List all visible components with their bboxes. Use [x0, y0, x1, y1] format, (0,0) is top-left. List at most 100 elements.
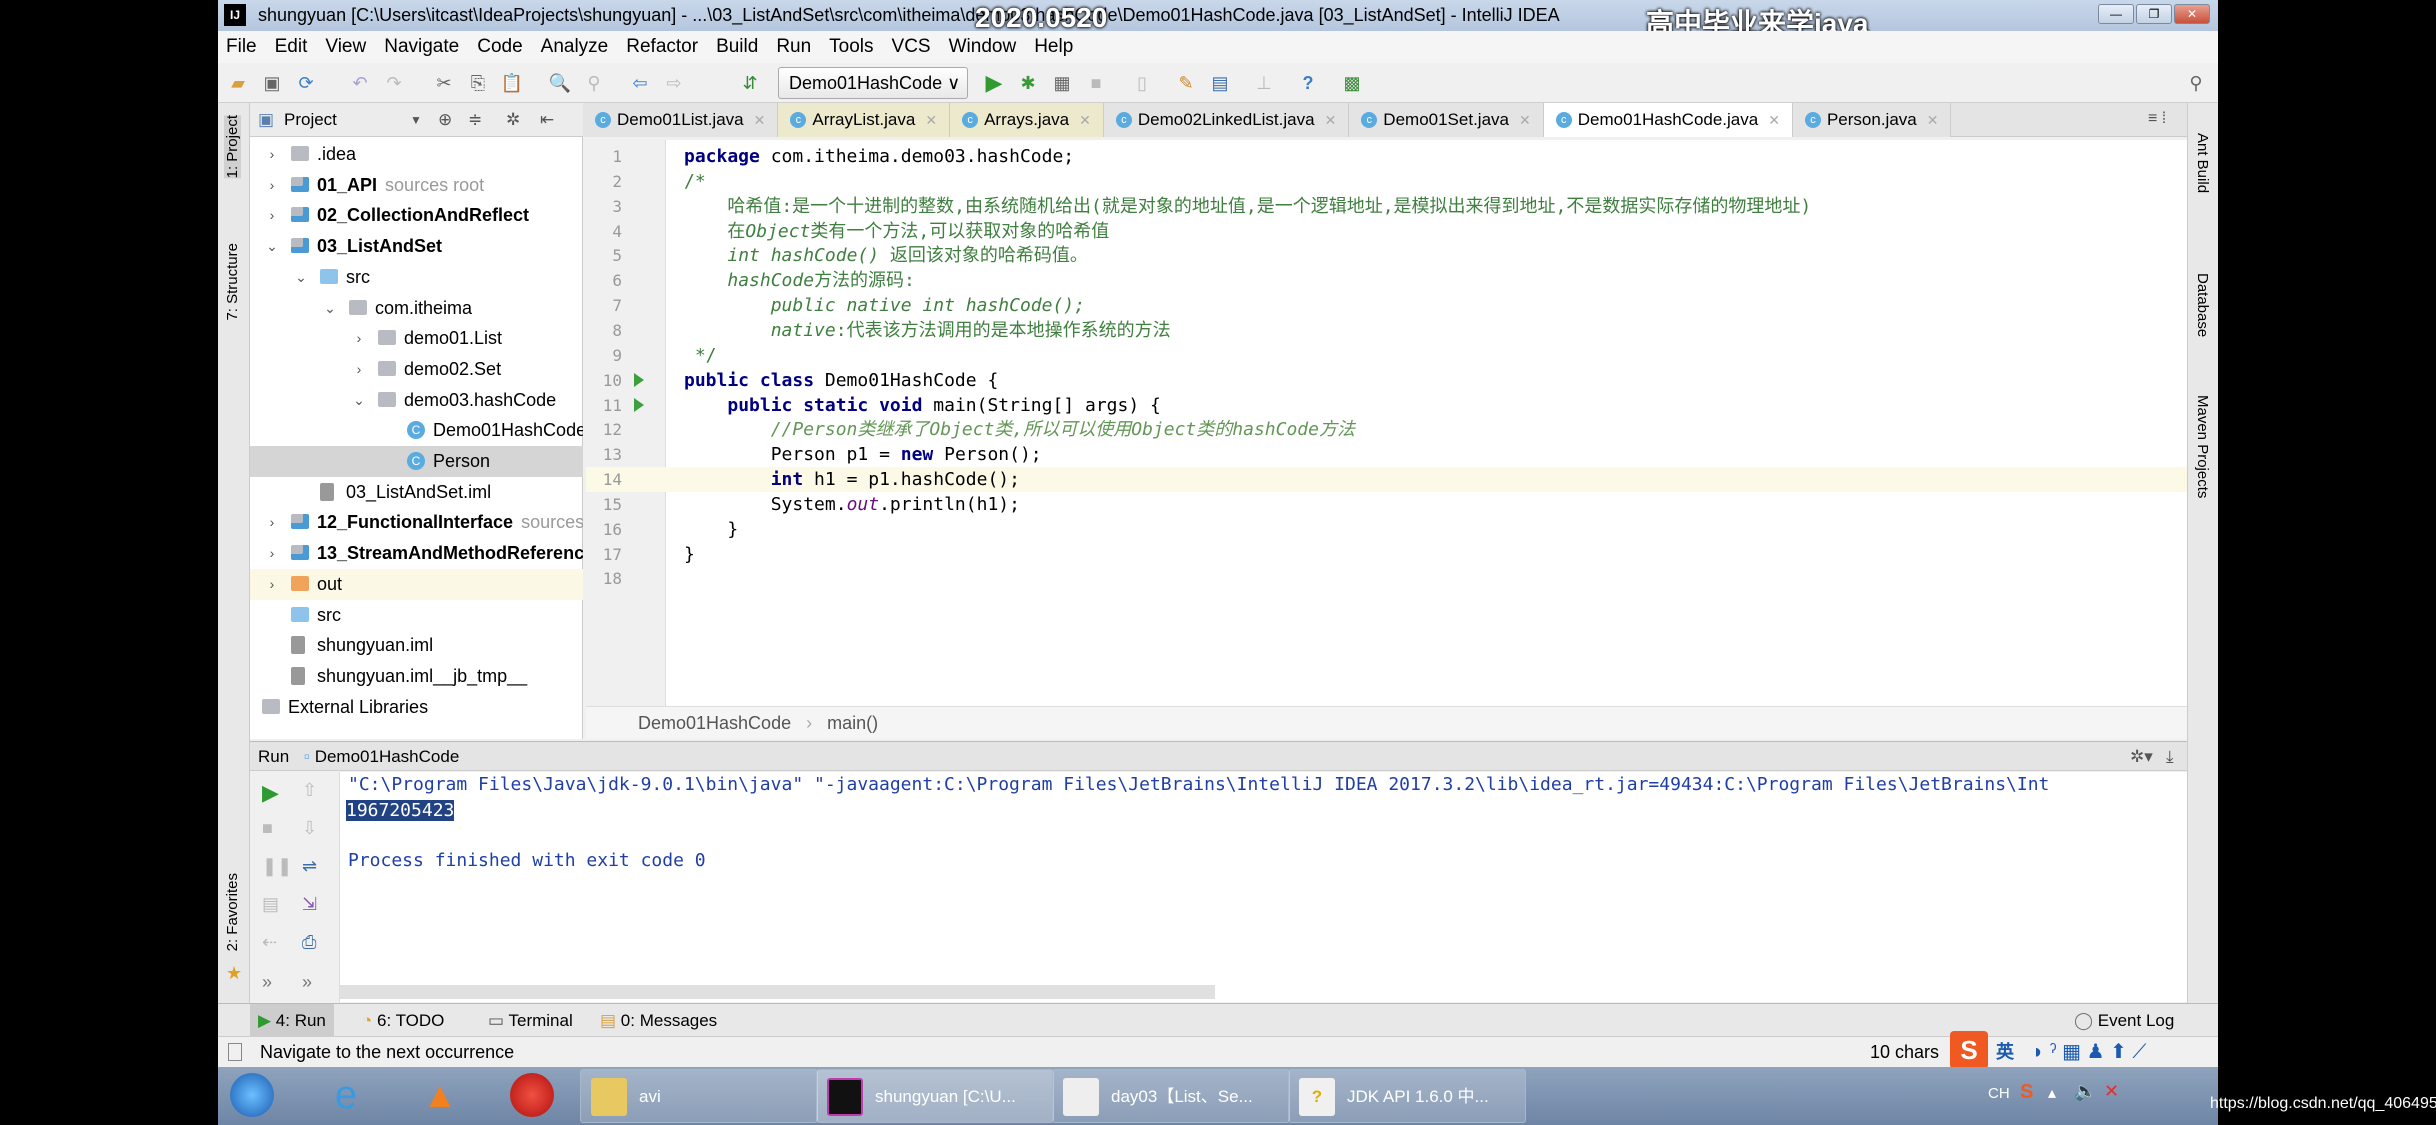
menu-help[interactable]: Help	[1034, 36, 1073, 58]
chevron-down-icon[interactable]: ⌄	[265, 231, 279, 262]
structure-tool-button[interactable]: 7: Structure	[224, 243, 241, 321]
run-gutter-icon[interactable]	[634, 372, 644, 387]
internet-explorer-icon[interactable]: e	[324, 1073, 368, 1117]
run-icon[interactable]: ▶	[982, 71, 1006, 95]
menu-tools[interactable]: Tools	[829, 36, 873, 58]
taskbar-item-jdk-api[interactable]: ? JDK API 1.6.0 中...	[1288, 1069, 1526, 1123]
menu-run[interactable]: Run	[776, 36, 811, 58]
close-tab-icon[interactable]: ✕	[1325, 112, 1337, 129]
forward-icon[interactable]: ⇨	[662, 71, 686, 95]
tree-item[interactable]: › 12_FunctionalInterface sources root	[250, 507, 583, 538]
menu-code[interactable]: Code	[477, 36, 522, 58]
tree-item[interactable]: ⌄ 03_ListAndSet	[250, 231, 583, 262]
close-tab-icon[interactable]: ✕	[754, 112, 766, 129]
tab-demo01list[interactable]: c Demo01List.java ✕	[583, 103, 779, 137]
console-output[interactable]: "C:\Program Files\Java\jdk-9.0.1\bin\jav…	[340, 772, 2187, 1002]
redo-icon[interactable]: ↷	[382, 71, 406, 95]
ant-build-tool-button[interactable]: Ant Build	[2194, 133, 2211, 193]
vlc-icon[interactable]: ▲	[418, 1073, 462, 1117]
code-editor[interactable]: package com.itheima.demo03.hashCode;/* 哈…	[666, 140, 2187, 706]
chevron-right-icon[interactable]: ›	[265, 170, 279, 201]
sync-icon[interactable]: ⟳	[294, 71, 318, 95]
menu-navigate[interactable]: Navigate	[384, 36, 459, 58]
database-tool-button[interactable]: Database	[2194, 273, 2211, 337]
pause-icon[interactable]: ❚❚	[262, 856, 292, 877]
chevron-down-icon[interactable]: ⌄	[294, 262, 308, 293]
tree-item[interactable]: › 02_CollectionAndReflect	[250, 200, 583, 231]
chevron-right-icon[interactable]: ›	[352, 323, 366, 354]
open-icon[interactable]: ▰	[226, 71, 250, 95]
event-log-button[interactable]: ◯ Event Log	[2066, 1004, 2182, 1037]
tray-volume-icon[interactable]: 🔈	[2074, 1081, 2096, 1102]
tree-item[interactable]: › 01_API sources root	[250, 170, 583, 201]
tab-demo01hashcode[interactable]: c Demo01HashCode.java ✕	[1543, 103, 1793, 137]
tree-item[interactable]: 03_ListAndSet.iml	[250, 477, 583, 508]
taskbar-item-intellij[interactable]: shungyuan [C:\U...	[816, 1069, 1054, 1123]
tabs-menu-icon[interactable]: ≡ ⁞	[2148, 110, 2166, 128]
close-button[interactable]: ✕	[2174, 4, 2210, 24]
attach-icon[interactable]: ▯	[1130, 71, 1154, 95]
more-icon[interactable]: »	[302, 972, 312, 993]
tree-item[interactable]: › demo01.List	[250, 323, 583, 354]
sogou-ime-icon[interactable]: S	[1950, 1031, 1988, 1069]
tray-language[interactable]: CH	[1988, 1085, 2010, 1102]
coverage-icon[interactable]: ▦	[1050, 71, 1074, 95]
tab-arrays[interactable]: c Arrays.java ✕	[950, 103, 1104, 137]
chevron-down-icon[interactable]: ⌄	[323, 293, 337, 324]
rerun-icon[interactable]: ▶	[262, 780, 279, 806]
hide-panel-icon[interactable]: ⇤	[540, 103, 554, 137]
print-icon[interactable]: ⎙	[302, 932, 316, 953]
tab-terminal[interactable]: ▭ Terminal	[480, 1004, 581, 1037]
save-icon[interactable]: ▣	[260, 71, 284, 95]
tree-item[interactable]: › 13_StreamAndMethodReference	[250, 538, 583, 569]
gear-icon[interactable]: ✲	[506, 103, 520, 137]
sdk-icon[interactable]: ⊥	[1252, 71, 1276, 95]
tree-item[interactable]: › out	[250, 568, 583, 600]
minimize-button[interactable]: —	[2098, 4, 2134, 24]
settings-icon[interactable]: ✎	[1174, 71, 1198, 95]
menu-analyze[interactable]: Analyze	[541, 36, 609, 58]
vcs-icon[interactable]: ▩	[1340, 71, 1364, 95]
chevron-down-icon[interactable]: ⌄	[352, 385, 366, 416]
tree-item[interactable]: src	[250, 600, 583, 631]
collapse-all-icon[interactable]: ≑	[468, 103, 482, 137]
scroll-from-source-icon[interactable]: ⊕	[438, 103, 452, 137]
chevron-right-icon[interactable]: ›	[352, 354, 366, 385]
dropdown-icon[interactable]: ▼	[410, 103, 422, 137]
stop-icon[interactable]: ■	[262, 818, 273, 839]
chevron-right-icon[interactable]: ›	[265, 139, 279, 170]
replace-icon[interactable]: ⚲	[582, 71, 606, 95]
tree-item[interactable]: ⌄ com.itheima	[250, 293, 583, 324]
search-everywhere-icon[interactable]: ⚲	[2184, 71, 2208, 95]
stop-icon[interactable]: ■	[1084, 71, 1108, 95]
ime-toolbar-icons[interactable]: ◗ ˀ ▦ ♟ ⬆ ⟋	[2032, 1037, 2146, 1068]
tab-person[interactable]: c Person.java ✕	[1792, 103, 1952, 137]
run-config-tab[interactable]: Demo01HashCode	[315, 747, 460, 766]
menu-window[interactable]: Window	[949, 36, 1017, 58]
chevron-right-icon[interactable]: ›	[265, 569, 279, 600]
close-tab-icon[interactable]: ✕	[1519, 112, 1531, 129]
tree-item[interactable]: ›External Libraries	[250, 692, 583, 723]
menu-view[interactable]: View	[325, 36, 366, 58]
run-configuration-select[interactable]: Demo01HashCode ∨	[778, 67, 968, 99]
tab-todo[interactable]: ◔ 6: TODO	[354, 1004, 452, 1037]
favorites-tool-button[interactable]: 2: Favorites	[224, 873, 241, 951]
tray-sogou-icon[interactable]: S	[2020, 1081, 2033, 1104]
chevron-right-icon[interactable]: ›	[265, 200, 279, 231]
chevron-right-icon[interactable]: ›	[265, 538, 279, 569]
tray-network-icon[interactable]: ✕	[2104, 1081, 2119, 1102]
tab-demo01set[interactable]: c Demo01Set.java ✕	[1349, 103, 1544, 137]
recorder-icon[interactable]	[510, 1073, 554, 1117]
tab-messages[interactable]: ▤ 0: Messages	[592, 1004, 725, 1037]
breadcrumb-method[interactable]: main()	[827, 713, 878, 733]
run-gutter-icon[interactable]	[634, 397, 644, 412]
gear-icon[interactable]: ✲▾	[2130, 742, 2153, 772]
dump-icon[interactable]: ▤	[262, 894, 279, 915]
taskbar-item-typora[interactable]: day03【List、Se...	[1052, 1069, 1290, 1123]
project-panel-title[interactable]: Project	[284, 110, 337, 129]
soft-wrap-icon[interactable]: ⇌	[302, 856, 317, 877]
debug-icon[interactable]: ✱	[1016, 71, 1040, 95]
exit-icon[interactable]: ⇠	[262, 932, 277, 953]
menu-refactor[interactable]: Refactor	[626, 36, 698, 58]
down-arrow-icon[interactable]: ⇩	[302, 818, 317, 839]
